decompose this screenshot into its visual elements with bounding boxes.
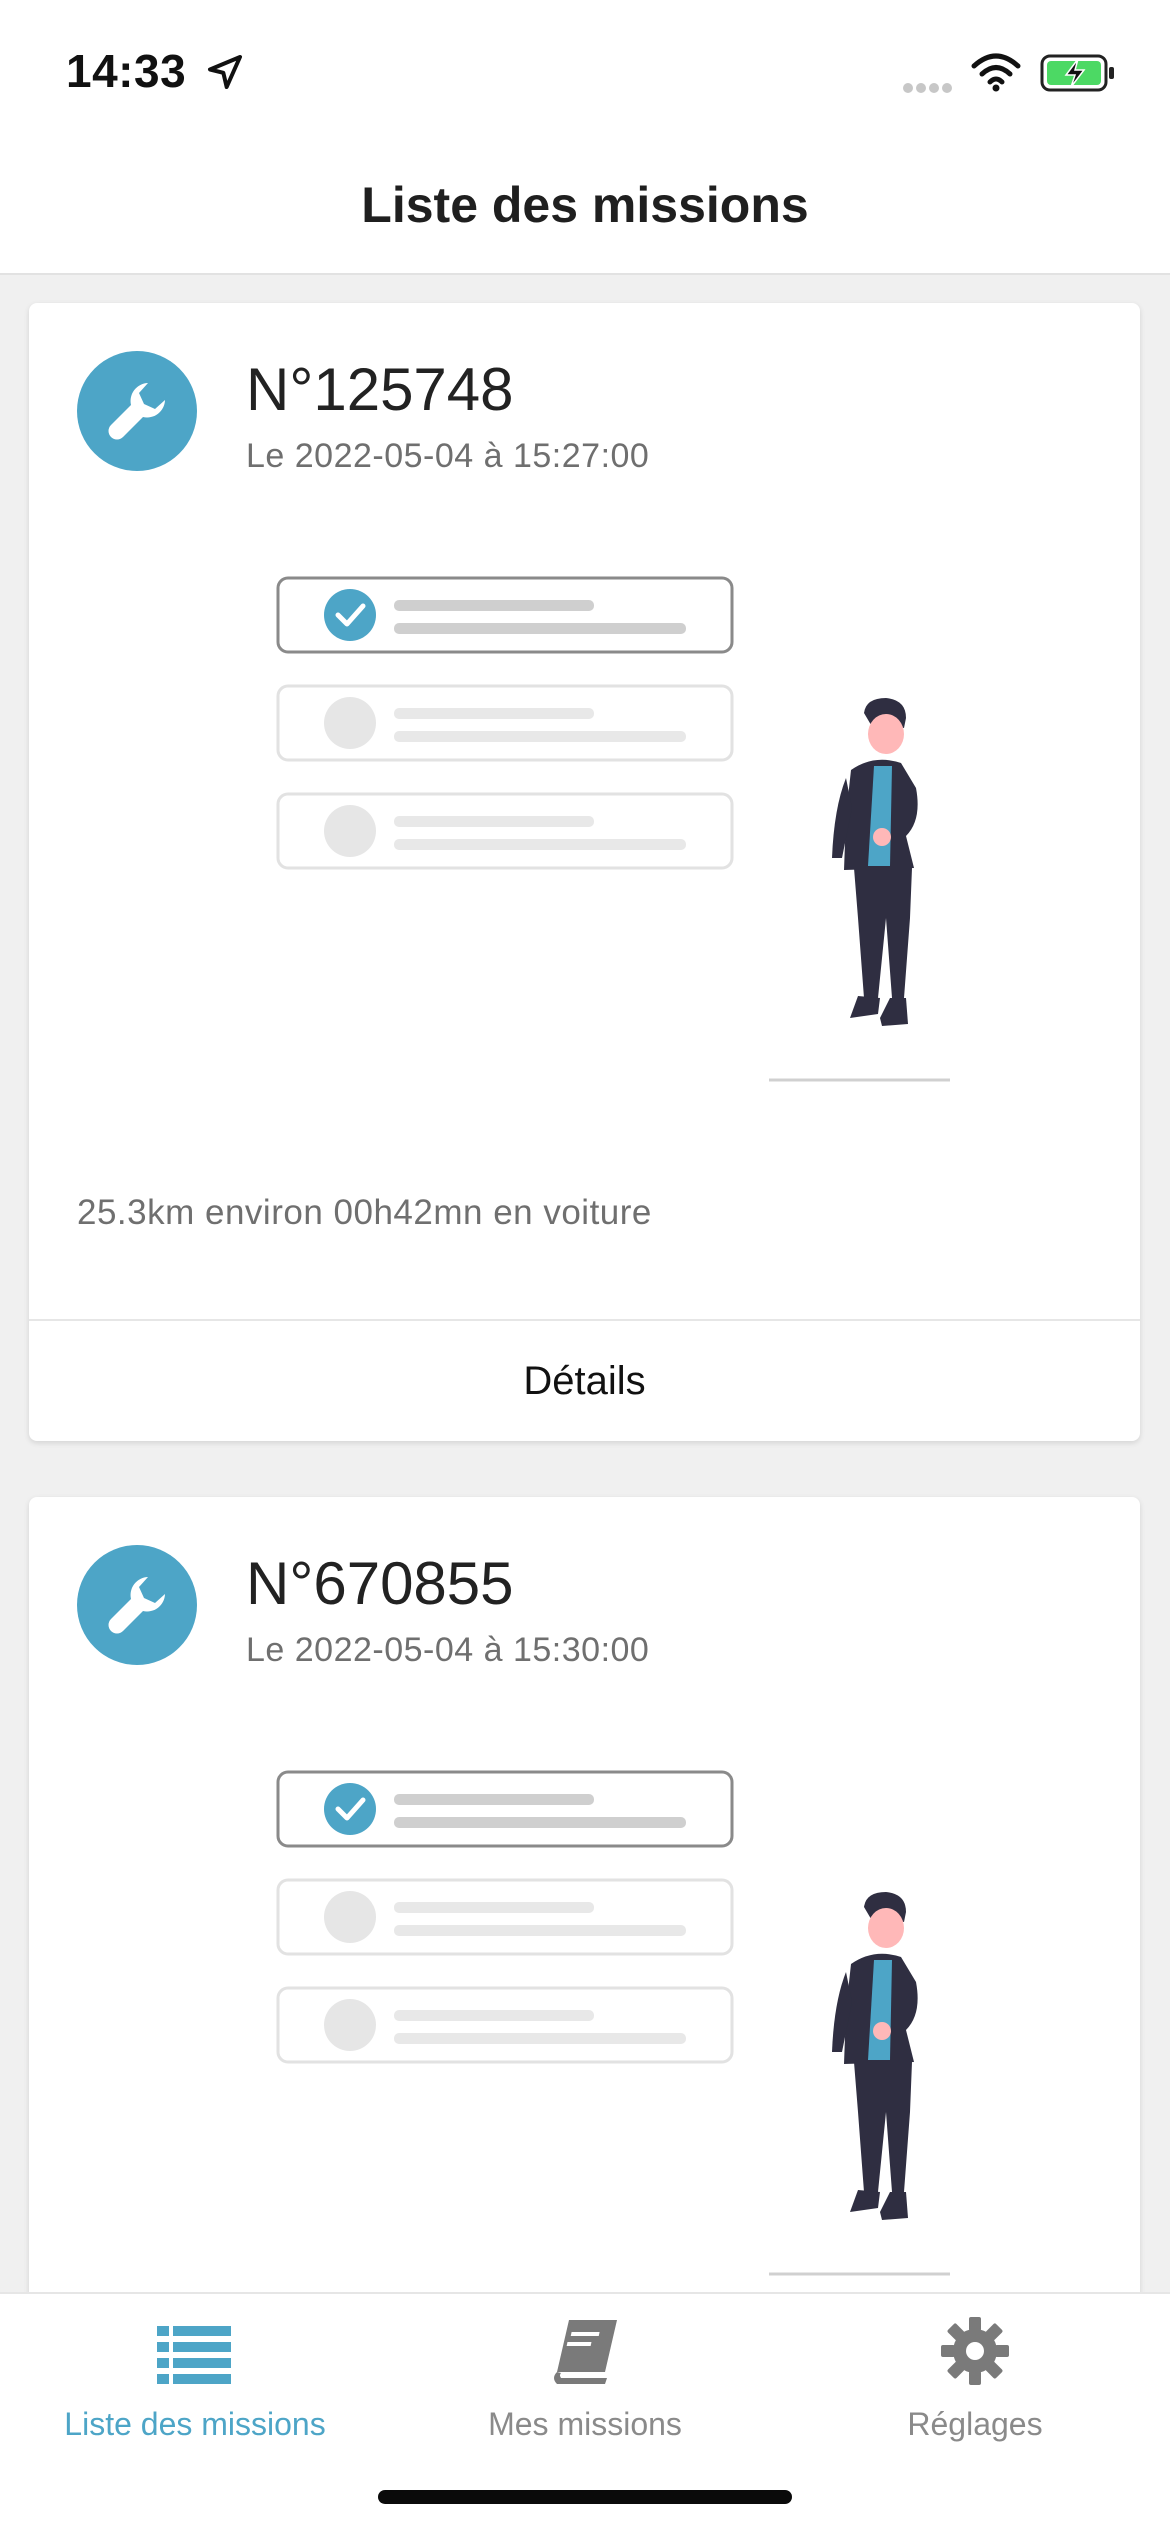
wrench-icon xyxy=(108,1577,165,1634)
mission-number: N°670855 xyxy=(246,1550,514,1617)
home-indicator xyxy=(378,2490,792,2504)
location-arrow-icon xyxy=(208,55,242,89)
wrench-icon xyxy=(108,383,165,440)
tab-label: Réglages xyxy=(907,2406,1043,2442)
checklist-illustration xyxy=(276,576,950,1082)
checklist-illustration xyxy=(276,1770,950,2276)
status-bar: 14:33 xyxy=(0,0,1170,140)
mission-icon xyxy=(77,1545,197,1665)
page-title: Liste des missions xyxy=(361,177,809,233)
wifi-icon xyxy=(971,53,1021,92)
tab-mes-missions[interactable]: Mes missions xyxy=(390,2294,780,2444)
status-time: 14:33 xyxy=(66,45,187,97)
tab-label: Liste des missions xyxy=(64,2406,326,2442)
app-header: Liste des missions xyxy=(0,140,1170,275)
mission-number: N°125748 xyxy=(246,356,514,423)
mission-card[interactable]: N°670855 Le 2022-05-04 à 15:30:00 xyxy=(29,1497,1140,2397)
mission-card[interactable]: N°125748 Le 2022-05-04 à 15:27:00 25.3km… xyxy=(29,303,1140,1441)
mission-icon xyxy=(77,351,197,471)
mission-date: Le 2022-05-04 à 15:30:00 xyxy=(246,1631,650,1669)
tab-liste-des-missions[interactable]: Liste des missions xyxy=(0,2294,390,2444)
battery-charging-icon xyxy=(1040,54,1114,92)
mission-distance: 25.3km environ 00h42mn en voiture xyxy=(77,1193,652,1232)
gear-icon xyxy=(941,2317,1009,2385)
book-icon xyxy=(554,2320,617,2384)
signal-dots-icon xyxy=(903,80,955,98)
list-icon xyxy=(157,2326,231,2384)
tab-label: Mes missions xyxy=(488,2406,682,2442)
details-button[interactable]: Détails xyxy=(29,1321,1140,1441)
mission-date: Le 2022-05-04 à 15:27:00 xyxy=(246,437,650,475)
tab-reglages[interactable]: Réglages xyxy=(780,2294,1170,2444)
